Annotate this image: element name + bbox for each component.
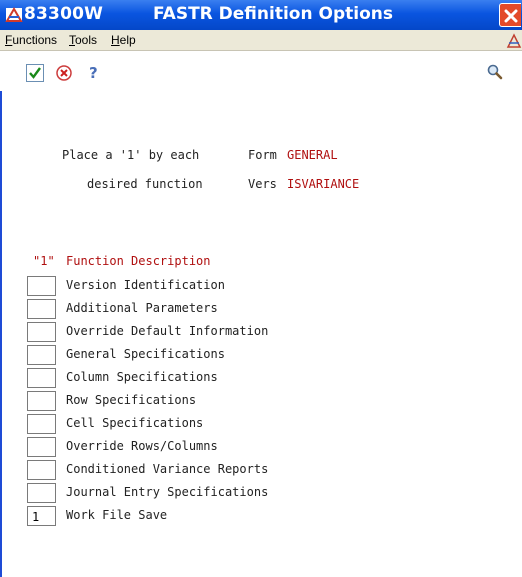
function-description: General Specifications xyxy=(66,347,225,361)
function-option-input[interactable] xyxy=(27,299,56,319)
window-code: 83300W xyxy=(24,4,104,24)
function-option-input[interactable] xyxy=(27,368,56,388)
question-icon: ? xyxy=(89,64,98,82)
window-title: FASTR Definition Options xyxy=(153,4,393,24)
function-description: Conditioned Variance Reports xyxy=(66,462,269,476)
function-description: Additional Parameters xyxy=(66,301,218,315)
svg-text:?: ? xyxy=(89,64,98,81)
title-bar: 83300W FASTR Definition Options xyxy=(0,0,522,30)
function-description: Version Identification xyxy=(66,278,225,292)
toolbar: ? xyxy=(0,51,522,91)
menu-help[interactable]: Help xyxy=(111,33,136,47)
function-description: Journal Entry Specifications xyxy=(66,485,269,499)
close-button[interactable] xyxy=(499,3,521,27)
app-icon xyxy=(5,7,23,22)
function-option-input[interactable] xyxy=(27,322,56,342)
menu-tools-label: Tools xyxy=(69,33,98,47)
function-option-input[interactable] xyxy=(27,276,56,296)
search-button[interactable] xyxy=(486,63,504,81)
instruction-line-2: desired function xyxy=(87,177,203,191)
function-description: Override Rows/Columns xyxy=(66,439,218,453)
magnifier-icon xyxy=(487,64,503,80)
column-header-description: Function Description xyxy=(66,254,211,268)
cancel-button[interactable] xyxy=(55,64,73,82)
function-option-input[interactable] xyxy=(27,483,56,503)
function-description: Work File Save xyxy=(66,508,168,522)
app-logo-icon xyxy=(506,33,522,48)
ok-button[interactable] xyxy=(26,64,44,82)
function-option-input[interactable] xyxy=(27,437,56,457)
column-header-value: "1" xyxy=(33,254,55,268)
vers-value: ISVARIANCE xyxy=(287,177,360,191)
instruction-line-1: Place a '1' by each xyxy=(62,148,200,162)
left-border xyxy=(0,91,2,577)
function-description: Column Specifications xyxy=(66,370,218,384)
check-icon xyxy=(26,64,44,82)
form-value: GENERAL xyxy=(287,148,338,162)
menu-tools[interactable]: Tools xyxy=(69,33,97,47)
menu-functions-label: Functions xyxy=(5,33,58,47)
menu-functions[interactable]: Functions xyxy=(5,33,57,47)
close-icon xyxy=(504,9,518,23)
function-option-input[interactable] xyxy=(27,345,56,365)
function-option-input[interactable] xyxy=(27,460,56,480)
function-description: Cell Specifications xyxy=(66,416,204,430)
form-content: Place a '1' by each Form GENERAL desired… xyxy=(0,91,522,577)
form-label: Form xyxy=(248,148,277,162)
function-description: Override Default Information xyxy=(66,324,269,338)
vers-label: Vers xyxy=(248,177,277,191)
cancel-icon xyxy=(56,65,72,81)
function-option-input[interactable]: 1 xyxy=(27,506,56,526)
function-option-input[interactable] xyxy=(27,414,56,434)
menu-help-label: Help xyxy=(111,33,136,47)
function-option-input[interactable] xyxy=(27,391,56,411)
menu-bar: Functions Tools Help xyxy=(0,30,522,51)
help-button[interactable]: ? xyxy=(84,63,102,82)
function-description: Row Specifications xyxy=(66,393,197,407)
